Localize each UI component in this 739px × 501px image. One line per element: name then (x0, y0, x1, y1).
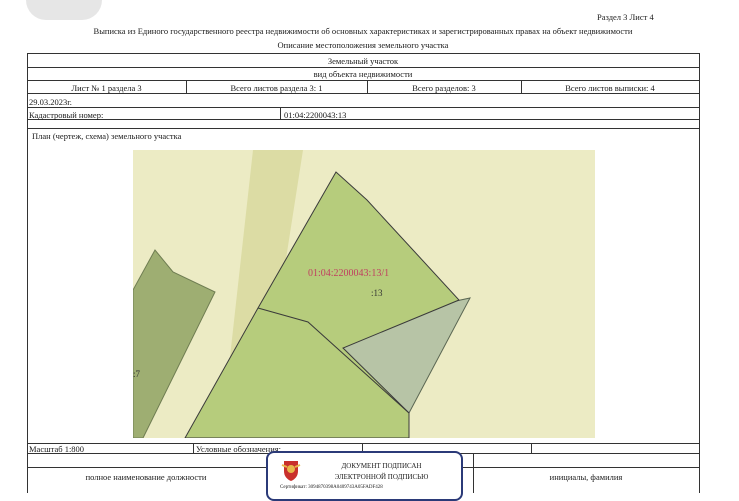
cadastral-number: 01:04:2200043:13 (284, 110, 347, 120)
page-title: Выписка из Единого государственного реес… (93, 26, 633, 36)
stamp-line-2: ЭЛЕКТРОННОЙ ПОДПИСЬЮ (334, 473, 429, 481)
name-label: инициалы, фамилия (549, 472, 623, 482)
position-label: полное наименование должности (85, 472, 207, 482)
close-tab-overlay[interactable] (26, 0, 102, 20)
object-type-caption: вид объекта недвижимости (313, 69, 413, 79)
parcel-map: 01:04:2200043:13/1 :13 :7 (133, 150, 595, 438)
stamp-line-3: Сертификат: 3094870398A0409743A05FADF428 (280, 485, 383, 490)
object-type: Земельный участок (327, 56, 399, 66)
signature-stamp: ДОКУМЕНТ ПОДПИСАН ЭЛЕКТРОННОЙ ПОДПИСЬЮ С… (266, 451, 463, 501)
parcel-number: :13 (371, 288, 383, 298)
sheet-number-cell: Лист № 1 раздела 3 (71, 83, 142, 93)
date-value: 29.03.2023г. (29, 97, 72, 107)
scale-label: Масштаб 1:800 (29, 444, 85, 454)
plan-label: План (чертеж, схема) земельного участка (32, 131, 182, 141)
parcel-label: 01:04:2200043:13/1 (308, 268, 389, 279)
side-parcel-label: :7 (133, 369, 141, 379)
cadastral-label: Кадастровый номер: (29, 110, 104, 120)
total-sections-cell: Всего разделов: 3 (412, 83, 476, 93)
section-sheets-cell: Всего листов раздела 3: 1 (230, 83, 323, 93)
page-subtitle: Описание местоположения земельного участ… (277, 40, 449, 50)
section-sheet-number: Раздел 3 Лист 4 (597, 12, 654, 22)
emblem-icon (281, 461, 301, 481)
stamp-line-1: ДОКУМЕНТ ПОДПИСАН (341, 462, 422, 470)
total-sheets-cell: Всего листов выписки: 4 (565, 83, 655, 93)
